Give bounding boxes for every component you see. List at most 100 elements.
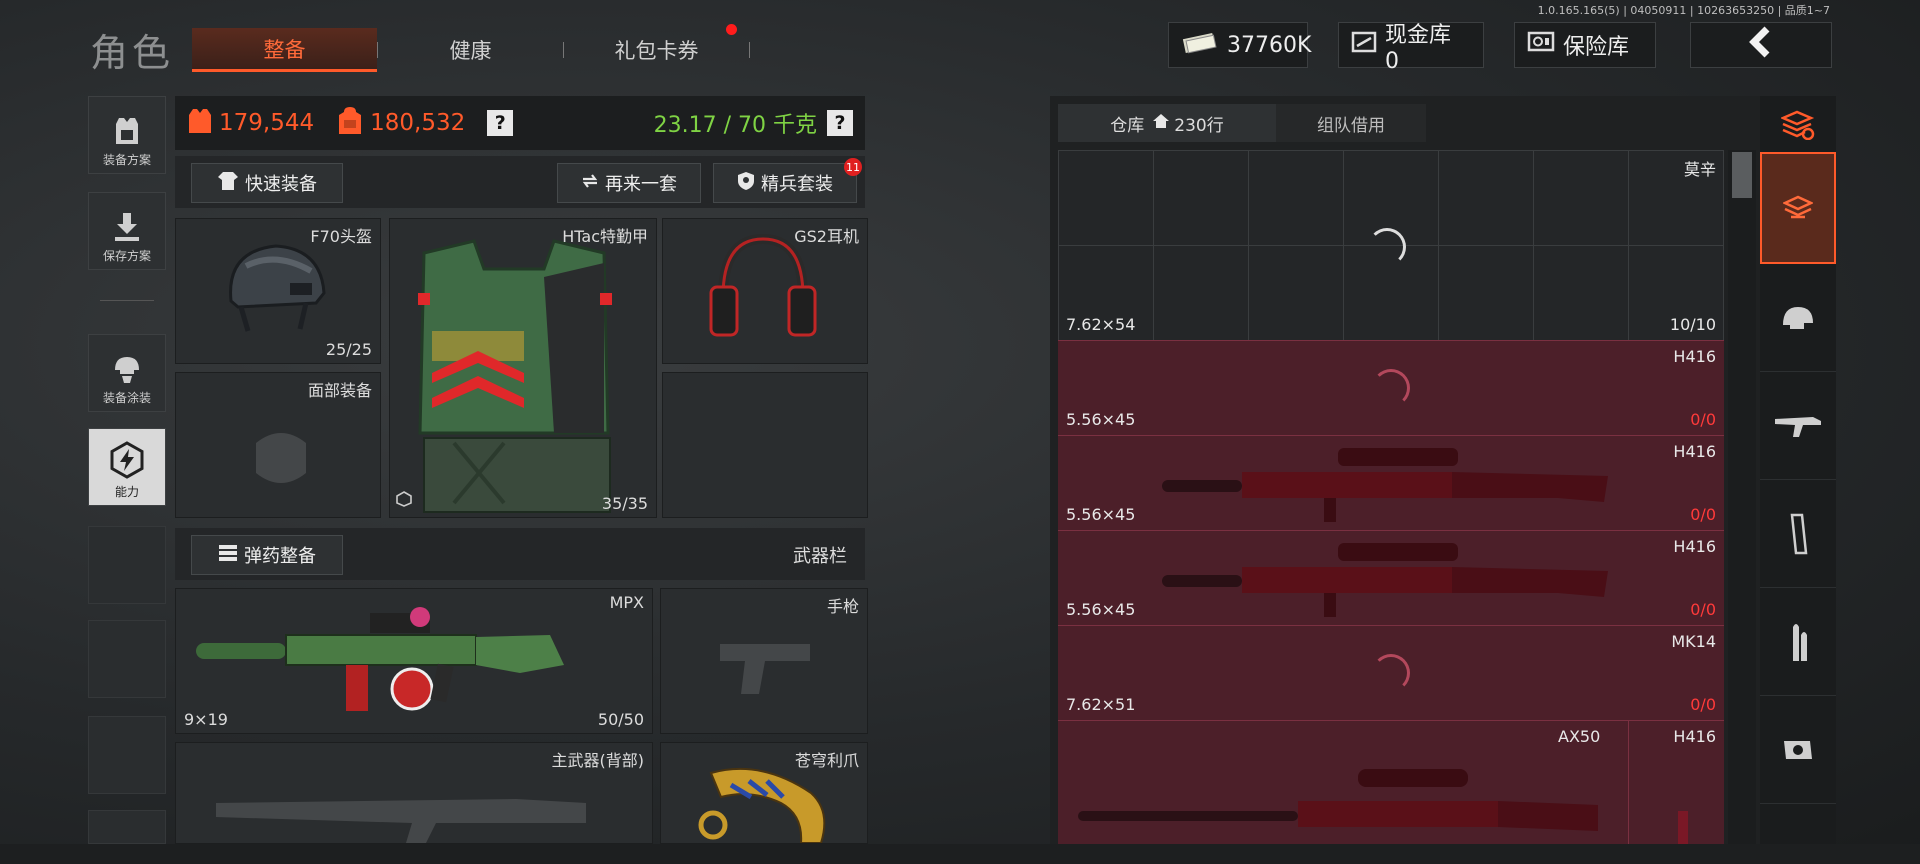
ability-button[interactable]: 能力 (88, 428, 166, 506)
refresh-icon (581, 172, 599, 195)
warehouse-scrollbar[interactable] (1728, 150, 1756, 864)
category-rifle[interactable] (1760, 372, 1836, 480)
value-help-button[interactable]: ? (487, 110, 514, 136)
rifle-ghost-icon (216, 799, 586, 843)
empty-gear-slot[interactable] (662, 372, 868, 518)
money-display[interactable]: 37760K (1168, 22, 1312, 68)
cash-vault-button[interactable]: 现金库 0 (1338, 22, 1484, 74)
category-rail (1760, 96, 1836, 864)
back-weapon-name: 主武器(背部) (551, 751, 645, 770)
category-scope[interactable] (1760, 696, 1836, 804)
stack-refresh-icon[interactable] (1760, 96, 1836, 154)
rail-empty-slot (88, 526, 166, 604)
primary-weapon-name: MPX (609, 593, 644, 612)
row-count: 10/10 (1669, 315, 1716, 334)
rifle-icon (1162, 448, 1608, 522)
ammo-list-icon (218, 544, 238, 567)
warehouse-row[interactable]: H416 5.56×45 0/0 (1058, 435, 1724, 530)
weight-help-button[interactable]: ? (827, 110, 853, 136)
save-plan-button[interactable]: 保存方案 (88, 192, 166, 270)
row-caliber: 5.56×45 (1066, 505, 1136, 524)
equipment-paint-button[interactable]: 装备涂装 (88, 334, 166, 412)
category-ammo[interactable] (1760, 588, 1836, 696)
bottom-strip (0, 844, 1920, 864)
shield-icon (737, 171, 755, 196)
armor-slot[interactable]: HTac特勤甲 35/35 (389, 218, 657, 518)
helmet-slot[interactable]: F70头盔 25/25 (175, 218, 381, 364)
helmet-durability: 25/25 (325, 340, 372, 359)
primary-weapon-caliber: 9×19 (184, 710, 228, 729)
warehouse-row[interactable]: 莫辛 7.62×54 10/10 (1058, 150, 1724, 340)
row-caliber: 7.62×54 (1066, 315, 1136, 334)
category-all[interactable] (1760, 152, 1836, 264)
armor-name: HTac特勤甲 (562, 227, 648, 246)
tab-team-borrow[interactable]: 组队借用 (1276, 104, 1426, 142)
tab-health[interactable]: 健康 (378, 28, 563, 72)
category-helmet[interactable] (1760, 264, 1836, 372)
warehouse-row[interactable]: H416 5.56×45 0/0 (1058, 340, 1724, 435)
warehouse-row[interactable]: MK14 7.62×51 0/0 (1058, 625, 1724, 720)
safe-box-button[interactable]: 保险库 (1514, 22, 1656, 68)
row-count: 0/0 (1690, 410, 1716, 429)
equip-again-button[interactable]: 再来一套 (557, 163, 701, 203)
ammo-equip-button[interactable]: 弹药整备 (191, 535, 343, 575)
headset-slot[interactable]: GS2耳机 (662, 218, 868, 364)
back-button[interactable] (1690, 22, 1832, 68)
loadout-plan-button[interactable]: 装备方案 (88, 96, 166, 174)
rifle-icon (1775, 416, 1821, 437)
elite-kit-button[interactable]: 精兵套装 11 (713, 158, 862, 203)
shirt-icon (217, 171, 239, 196)
row-weapon-name: 莫辛 (1683, 160, 1716, 179)
rifle-icon (1162, 543, 1608, 617)
loading-spinner-icon (1372, 654, 1410, 692)
backpack-value: 180,532 (370, 110, 466, 136)
quick-equip-button[interactable]: 快速装备 (191, 163, 343, 203)
magazine-icon (1790, 513, 1808, 554)
armor-vest-item-icon (418, 239, 612, 513)
face-mask-icon (256, 433, 306, 483)
face-gear-slot[interactable]: 面部装备 (175, 372, 381, 518)
cash-vault-label: 现金库 0 (1385, 22, 1452, 74)
melee-slot[interactable]: 苍穹利爪 (660, 742, 868, 844)
armor-value: 179,544 (219, 110, 315, 136)
row-weapon-name: H416 (1673, 537, 1716, 556)
scroll-thumb[interactable] (1732, 152, 1752, 198)
stats-bar: 179,544 180,532 ? 23.17 / 70 千克 ? (175, 96, 865, 150)
smg-icon (196, 607, 564, 711)
elite-kit-badge: 11 (844, 158, 862, 176)
cash-stack-icon (1181, 30, 1219, 60)
tab-equip[interactable]: 整备 (192, 28, 377, 72)
tab-equip-label: 整备 (263, 37, 306, 62)
safe-box-label: 保险库 (1563, 35, 1630, 60)
tab-gift-cards-label: 礼包卡券 (614, 39, 699, 63)
back-weapon-slot[interactable]: 主武器(背部) (175, 742, 653, 844)
ammo-equip-label: 弹药整备 (244, 546, 316, 567)
tab-gift-cards[interactable]: 礼包卡券 (564, 24, 749, 72)
category-magazine[interactable] (1760, 480, 1836, 588)
backpack-value-icon (336, 106, 364, 140)
face-gear-name: 面部装备 (307, 381, 372, 400)
page-title: 角色 (90, 31, 175, 75)
armor-vest-icon (110, 114, 144, 151)
cube-icon (396, 491, 412, 511)
elite-kit-label: 精兵套装 (761, 174, 833, 195)
primary-weapon-slot[interactable]: MPX 9×19 50/50 (175, 588, 653, 734)
money-value: 37760K (1227, 32, 1312, 58)
row-weapon-name: H416 (1673, 347, 1716, 366)
warehouse-row[interactable]: H416 5.56×45 0/0 (1058, 530, 1724, 625)
tab-storage[interactable]: 仓库 230行 (1058, 104, 1276, 142)
melee-name: 苍穹利爪 (794, 751, 859, 770)
pistol-slot[interactable]: 手枪 (660, 588, 868, 734)
armor-durability: 35/35 (601, 494, 648, 513)
row-caliber: 7.62×51 (1066, 695, 1136, 714)
rail-empty-slot (88, 620, 166, 698)
warehouse-row[interactable]: AX50 H416 (1058, 720, 1724, 864)
warehouse-tabs: 仓库 230行 组队借用 (1058, 104, 1426, 142)
cash-vault-icon (1351, 30, 1377, 60)
helmet-icon (1783, 306, 1813, 329)
home-icon (1152, 113, 1170, 134)
safe-icon (1527, 30, 1555, 60)
primary-weapon-ammo: 50/50 (597, 710, 644, 729)
sniper-rifle-icon (1078, 769, 1598, 831)
ammo-icon (1793, 623, 1807, 661)
